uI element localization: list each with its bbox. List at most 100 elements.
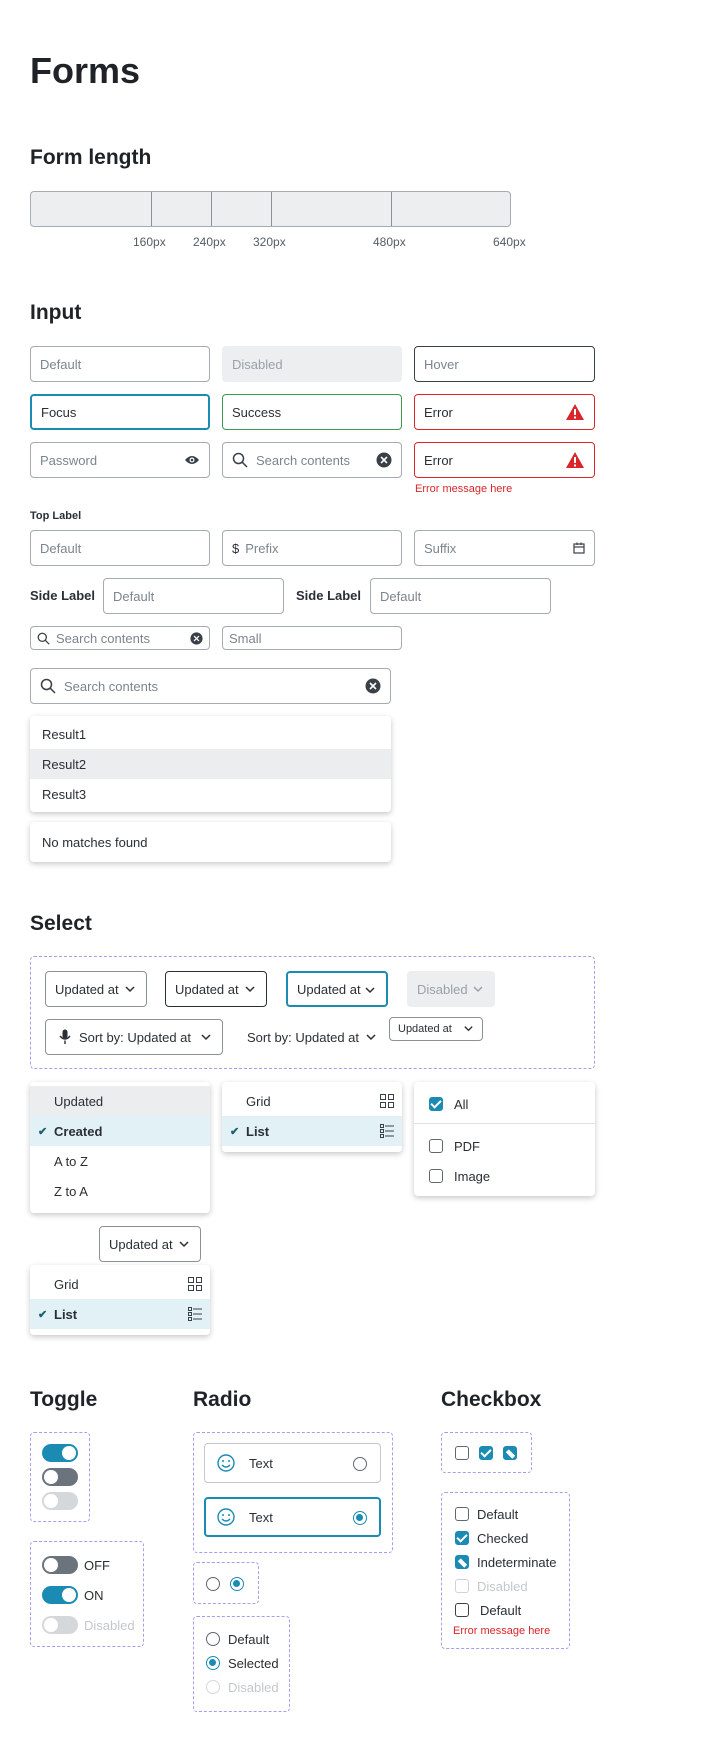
small-search-input[interactable]: Search contents [30,626,210,650]
error-message: Error message here [415,483,513,495]
focus-input-value: Focus [41,404,77,420]
focus-input[interactable]: Focus [30,394,210,430]
select-default-2[interactable]: Updated at [99,1226,201,1262]
warning-icon [566,404,584,420]
pdf-checkbox[interactable] [429,1139,443,1153]
select-disabled: Disabled [407,971,495,1007]
hover-input[interactable]: Hover [414,346,595,382]
grid-icon [380,1094,394,1108]
toggle-off-labeled[interactable] [42,1556,78,1574]
top-label-input[interactable]: Default [30,530,210,566]
select-default[interactable]: Updated at [45,971,147,1007]
result-item[interactable]: Result3 [30,779,391,809]
chevron-down-icon [473,986,483,993]
view-option-label: Grid [54,1276,79,1292]
sort-option-a-to-z[interactable]: A to Z [30,1146,210,1176]
chevron-down-icon [125,986,135,993]
checkbox-checked-item[interactable] [455,1531,469,1545]
checkbox-error[interactable] [455,1603,469,1617]
toggle-off[interactable] [42,1468,78,1486]
clear-icon[interactable] [376,452,392,468]
select-small-label: Updated at [398,1023,452,1035]
sort-select-with-mic[interactable]: Sort by: Updated at [45,1019,223,1055]
clear-icon[interactable] [365,678,381,694]
select-default-label: Updated at [55,981,119,997]
view-option-label: List [246,1123,270,1139]
error-input-2[interactable]: Error [414,442,595,478]
select-focus[interactable]: Updated at [286,971,388,1007]
suffix-input-placeholder: Suffix [424,540,457,556]
checkbox-checked-label: Checked [477,1531,529,1546]
all-checkbox[interactable] [429,1097,443,1111]
eye-icon[interactable] [184,454,200,466]
radio-selected[interactable] [230,1577,244,1591]
checkbox-checked[interactable] [479,1446,493,1460]
chevron-down-icon [201,1034,211,1041]
image-label: Image [454,1169,491,1184]
prefix-input[interactable]: $ Prefix [222,530,402,566]
toggle-on[interactable] [42,1444,78,1462]
side-label-2: Side Label [296,588,362,603]
chevron-down-icon [245,986,255,993]
checkbox-error-label: Default [480,1603,522,1618]
checkbox-indeterminate-item[interactable] [455,1555,469,1569]
list-icon [380,1124,394,1138]
checkbox-default[interactable] [455,1507,469,1521]
checkbox-disabled [455,1579,469,1593]
side-label-input-1[interactable]: Default [103,578,284,614]
select-hover-label: Updated at [175,981,239,997]
sort-select-plain[interactable]: Sort by: Updated at [247,1030,377,1045]
view-option-grid[interactable]: Grid [30,1269,210,1299]
sort-option-created[interactable]: ✔ Created [30,1116,210,1146]
select-small[interactable]: Updated at [389,1017,483,1041]
password-input[interactable]: Password [30,442,210,478]
radio-card-radio[interactable] [353,1457,367,1471]
checkbox-indeterminate[interactable] [503,1446,517,1460]
checkbox-unchecked[interactable] [455,1446,469,1460]
sort-option-z-to-a[interactable]: Z to A [30,1176,210,1206]
search-icon [37,632,50,645]
view-option-list[interactable]: ✔ List [30,1299,210,1329]
radio-unselected[interactable] [206,1577,220,1591]
sort-option-updated[interactable]: Updated [30,1086,210,1116]
small-search-placeholder: Search contents [56,630,150,646]
disabled-input-placeholder: Disabled [232,356,283,372]
view-option-label: List [54,1306,78,1322]
dollar-prefix: $ [232,540,240,556]
view-option-grid[interactable]: Grid [222,1086,402,1116]
select-hover[interactable]: Updated at [165,971,267,1007]
toggle-on-labeled[interactable] [42,1586,78,1604]
radio-selected-item[interactable] [206,1656,220,1670]
result-item[interactable]: Result1 [30,719,391,749]
tick-label: 640px [493,235,526,249]
select-focus-label: Updated at [297,981,361,997]
side-label-input-2[interactable]: Default [370,578,551,614]
smiley-icon [217,1454,235,1472]
error-input[interactable]: Error [414,394,595,430]
success-input[interactable]: Success [222,394,402,430]
checkbox-default-label: Default [477,1507,519,1522]
radio-default[interactable] [206,1632,220,1646]
search-input[interactable]: Search contents [222,442,402,478]
default-input[interactable]: Default [30,346,210,382]
grid-icon [188,1277,202,1291]
clear-icon[interactable] [190,631,203,645]
result-item[interactable]: Result2 [30,749,391,779]
error-input-2-value: Error [424,452,453,468]
suffix-input[interactable]: Suffix [414,530,595,566]
small-input[interactable]: Small [222,626,402,650]
sort-option-label: Updated [54,1093,104,1109]
radio-card-selected[interactable]: Text [204,1497,381,1537]
view-option-label: Grid [246,1093,271,1109]
radio-card[interactable]: Text [204,1443,381,1483]
check-icon: ✔ [38,1125,48,1138]
view-option-list[interactable]: ✔ List [222,1116,402,1146]
radio-card-radio-selected[interactable] [353,1511,367,1525]
small-input-placeholder: Small [229,630,262,646]
large-search-input[interactable]: Search contents [30,668,391,704]
prefix-input-placeholder: Prefix [245,540,279,556]
pdf-label: PDF [454,1139,480,1154]
sort-option-label: Created [54,1123,103,1139]
image-checkbox[interactable] [429,1169,443,1183]
check-icon: ✔ [230,1125,240,1138]
